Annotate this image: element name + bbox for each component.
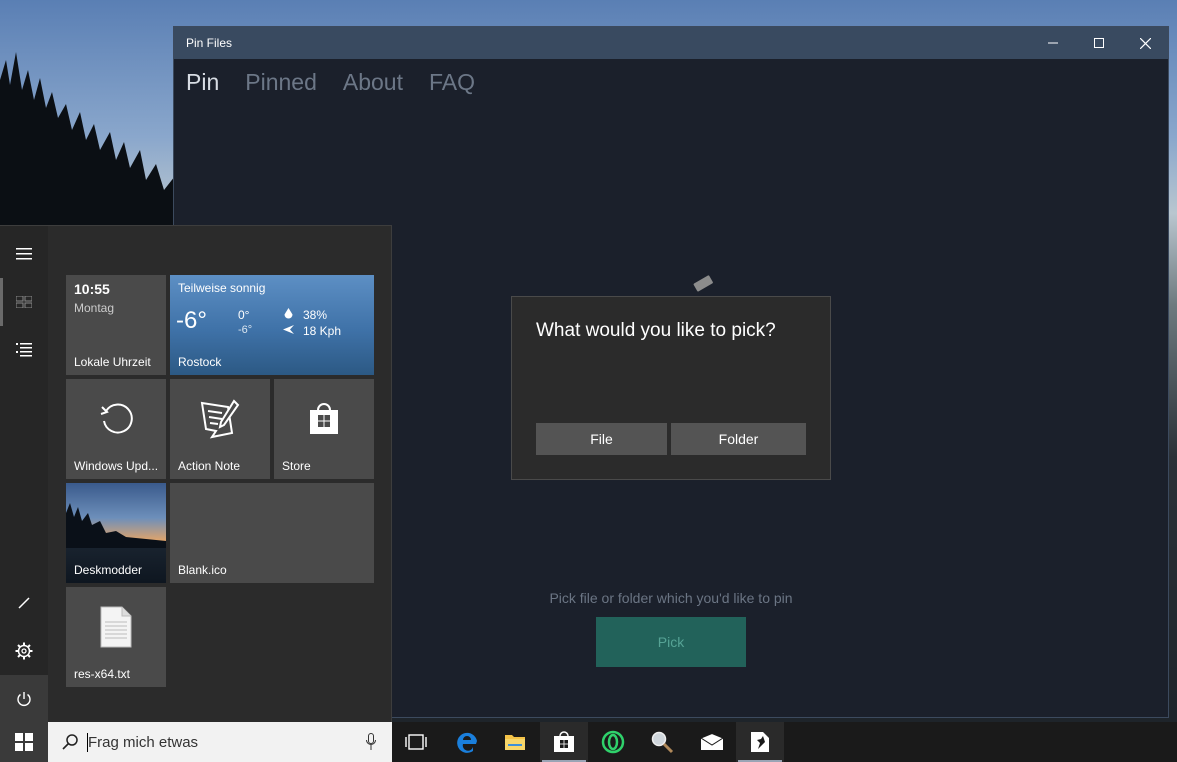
pick-button[interactable]: Pick xyxy=(596,617,746,667)
maximize-icon xyxy=(1094,38,1104,48)
tab-pinned[interactable]: Pinned xyxy=(245,69,317,96)
trees-image xyxy=(66,503,166,548)
dialog-title: What would you like to pick? xyxy=(536,320,776,341)
settings-button[interactable] xyxy=(0,627,48,675)
file-button[interactable]: File xyxy=(536,423,667,455)
maximize-button[interactable] xyxy=(1076,27,1122,59)
weather-high: 0° xyxy=(238,308,250,322)
wind-icon xyxy=(283,325,294,334)
blank-ico-tile[interactable]: Blank.ico xyxy=(170,483,374,583)
pen-button[interactable] xyxy=(0,579,48,627)
store-bag-icon xyxy=(310,403,338,434)
taskbar: Frag mich etwas xyxy=(0,722,1177,762)
tab-faq[interactable]: FAQ xyxy=(429,69,475,96)
tile-label: res-x64.txt xyxy=(74,667,131,681)
weather-humidity: 38% xyxy=(303,308,328,322)
weather-wind: 18 Kph xyxy=(303,324,342,338)
search-box[interactable]: Frag mich etwas xyxy=(48,722,392,762)
store-taskbar-button[interactable] xyxy=(540,722,588,762)
microphone-icon[interactable] xyxy=(366,733,376,751)
title-bar[interactable]: Pin Files xyxy=(174,27,1168,59)
folder-button[interactable]: Folder xyxy=(671,423,806,455)
tab-pin[interactable]: Pin xyxy=(186,69,219,96)
file-explorer-button[interactable] xyxy=(491,722,539,762)
mail-icon xyxy=(700,733,724,750)
tile-icon-wrap xyxy=(66,587,166,667)
all-apps-button[interactable] xyxy=(0,326,48,374)
tile-label: Blank.ico xyxy=(178,563,227,577)
magnifier-button[interactable] xyxy=(638,722,686,762)
pin-icon xyxy=(693,275,713,292)
pen-icon xyxy=(18,597,30,609)
refresh-icon xyxy=(100,403,133,434)
close-button[interactable] xyxy=(1122,27,1168,59)
task-view-button[interactable] xyxy=(392,722,440,762)
pin-files-icon xyxy=(751,732,769,752)
start-menu: 10:55 Montag Lokale Uhrzeit Teilweise so… xyxy=(0,225,392,723)
text-file-icon xyxy=(100,606,132,648)
power-button[interactable] xyxy=(0,675,48,723)
deskmodder-tile[interactable]: Deskmodder xyxy=(66,483,166,583)
clock-day: Montag xyxy=(74,301,115,315)
list-icon xyxy=(16,343,32,357)
humidity-icon xyxy=(284,308,293,319)
windows-update-tile[interactable]: Windows Upd... xyxy=(66,379,166,479)
hamburger-icon xyxy=(16,248,32,260)
store-icon xyxy=(554,731,574,752)
clock-time: 10:55 xyxy=(74,281,110,297)
search-input[interactable]: Frag mich etwas xyxy=(88,734,198,751)
hamburger-button[interactable] xyxy=(0,230,48,278)
tile-label: Store xyxy=(282,459,311,473)
opera-icon xyxy=(601,730,625,754)
minimize-icon xyxy=(1048,42,1058,44)
window-title: Pin Files xyxy=(186,36,233,50)
start-rail xyxy=(0,226,48,723)
action-note-tile[interactable]: Action Note xyxy=(170,379,270,479)
tiles-view-icon xyxy=(16,296,32,308)
store-tile[interactable]: Store xyxy=(274,379,374,479)
tile-label: Windows Upd... xyxy=(74,459,159,473)
task-view-icon xyxy=(405,734,427,750)
tile-icon-wrap xyxy=(66,379,166,459)
search-icon xyxy=(62,734,78,750)
weather-condition: Teilweise sonnig xyxy=(178,281,266,295)
tile-label: Action Note xyxy=(178,459,241,473)
edge-button[interactable] xyxy=(443,722,491,762)
start-button[interactable] xyxy=(0,722,48,762)
edge-icon xyxy=(457,732,477,753)
res-x64-tile[interactable]: res-x64.txt xyxy=(66,587,166,687)
mail-button[interactable] xyxy=(688,722,736,762)
tile-icon-wrap xyxy=(274,379,374,459)
folder-icon xyxy=(505,735,525,750)
note-pen-icon xyxy=(200,399,240,439)
tiles-view-button[interactable] xyxy=(0,278,48,326)
gear-icon xyxy=(15,642,33,660)
clock-label: Lokale Uhrzeit xyxy=(74,355,151,369)
weather-low: -6° xyxy=(238,324,253,336)
magnifier-icon xyxy=(651,731,674,754)
pick-dialog: What would you like to pick? File Folder xyxy=(511,296,831,480)
minimize-button[interactable] xyxy=(1030,27,1076,59)
tile-label: Deskmodder xyxy=(74,563,143,577)
weather-tile[interactable]: Teilweise sonnig -6° 0° -6° 38% 18 Kph R… xyxy=(170,275,374,375)
power-icon xyxy=(17,692,31,706)
tile-icon-wrap xyxy=(170,379,270,459)
tab-about[interactable]: About xyxy=(343,69,403,96)
nav-tabs: Pin Pinned About FAQ xyxy=(186,69,475,96)
weather-temp: -6° xyxy=(176,307,207,334)
pin-files-taskbar-button[interactable] xyxy=(736,722,784,762)
weather-city: Rostock xyxy=(178,355,222,369)
wallpaper-trees xyxy=(0,52,175,230)
clock-tile[interactable]: 10:55 Montag Lokale Uhrzeit xyxy=(66,275,166,375)
windows-logo-icon xyxy=(15,733,33,751)
opera-button[interactable] xyxy=(589,722,637,762)
close-icon xyxy=(1139,37,1151,49)
